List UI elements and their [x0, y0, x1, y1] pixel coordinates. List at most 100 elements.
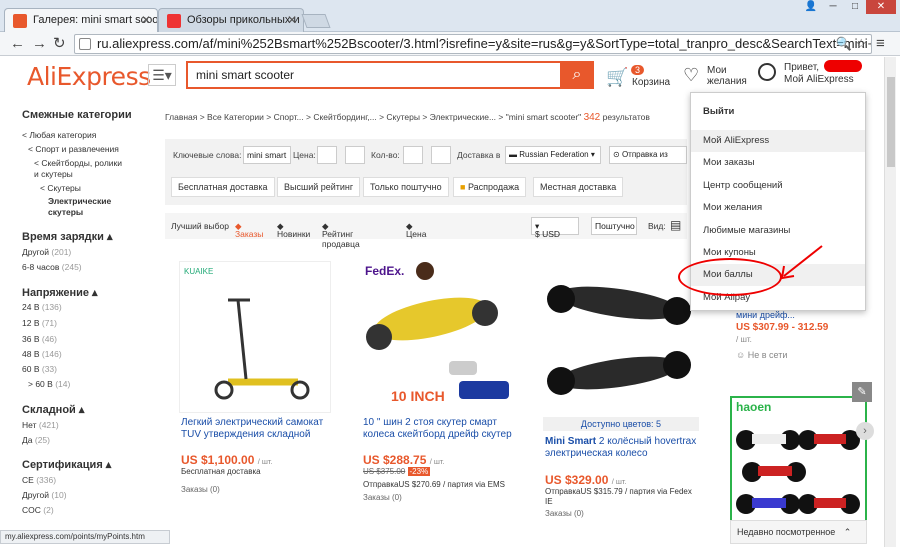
menu-messages[interactable]: Центр сообщений	[691, 175, 865, 197]
cert-other[interactable]: Другой (10)	[22, 490, 67, 500]
cat-sport[interactable]: < Спорт и развлечения	[28, 144, 119, 154]
sale-chip[interactable]: ■ Распродажа	[453, 177, 527, 197]
charge-time-title[interactable]: Время зарядки ▴	[22, 230, 113, 243]
currency-select[interactable]: $ USD ▾	[531, 217, 579, 239]
recently-viewed-bar[interactable]: Недавно посмотренное ⌃	[730, 520, 867, 544]
voltage-title[interactable]: Напряжение ▴	[22, 286, 98, 299]
fold-yes[interactable]: Да (25)	[22, 435, 50, 445]
product-image[interactable]: FedEx. 10 INCH	[361, 261, 513, 413]
volt-60-plus[interactable]: > 60 В (14)	[28, 379, 70, 389]
sort-seller-rating[interactable]: Рейтинг продавца ◆	[322, 221, 360, 249]
zoom-star-icons[interactable]: 🔍 ☆	[836, 35, 867, 53]
forward-icon[interactable]: →	[32, 35, 47, 52]
product-shipping: ОтправкаUS $315.79 / партия via Fedex IE	[545, 487, 692, 506]
product-card[interactable]: KUAIKE Легкий электрический самокат TUV …	[165, 253, 337, 503]
menu-favorite-stores[interactable]: Любимые магазины	[691, 220, 865, 242]
price-max-input[interactable]	[345, 146, 365, 164]
colors-available[interactable]: Доступно цветов: 5	[543, 417, 699, 431]
keywords-input[interactable]: mini smart	[243, 146, 291, 164]
free-shipping-chip[interactable]: Бесплатная доставка	[171, 177, 275, 197]
url-text: ru.aliexpress.com/af/mini%252Bsmart%252B…	[97, 36, 872, 51]
price-label: Цена:	[293, 150, 316, 160]
qty-max-input[interactable]	[431, 146, 451, 164]
qty-min-input[interactable]	[403, 146, 423, 164]
page-icon	[79, 38, 91, 50]
product-title[interactable]: 10 " шин 2 стоя скутер смарт колеса скей…	[363, 417, 519, 441]
back-icon[interactable]: ←	[10, 35, 25, 52]
fold-no[interactable]: Нет (421)	[22, 420, 59, 430]
sort-orders[interactable]: Заказы ◆	[235, 221, 263, 239]
carousel-next-icon[interactable]: ›	[856, 422, 874, 440]
side-product-price: US $307.99 - 312.59	[736, 322, 829, 333]
site-favicon-icon	[167, 14, 181, 28]
close-window-button[interactable]: ✕	[866, 0, 896, 14]
country-select[interactable]: ▬ Russian Federation ▾	[505, 146, 601, 164]
product-image[interactable]: KUAIKE	[179, 261, 331, 413]
ship-from-select[interactable]: ⊙ Отправка из	[609, 146, 687, 164]
single-only-chip[interactable]: Только поштучно	[363, 177, 449, 197]
hoverboard-image: FedEx. 10 INCH	[365, 262, 509, 404]
breadcrumb[interactable]: Главная > Все Категории > Спорт... > Ске…	[165, 112, 650, 123]
product-card[interactable]: Доступно цветов: 5 Mini Smart 2 колёсный…	[529, 253, 701, 518]
my-aliexpress-label: Мой AliExpress	[784, 74, 854, 85]
volt-48[interactable]: 48 В (146)	[22, 349, 62, 359]
menu-orders[interactable]: Мои заказы	[691, 152, 865, 174]
chrome-menu-icon[interactable]: ≡	[876, 35, 885, 52]
menu-wishlist[interactable]: Мои желания	[691, 197, 865, 219]
sort-best[interactable]: Лучший выбор	[171, 221, 229, 231]
volt-60[interactable]: 60 В (33)	[22, 364, 57, 374]
top-rating-chip[interactable]: Высший рейтинг	[277, 177, 361, 197]
certification-title[interactable]: Сертификация ▴	[22, 458, 111, 471]
edit-icon[interactable]: ✎	[852, 382, 872, 402]
pin-icon: ⊙	[613, 150, 620, 159]
cat-skate[interactable]: < Скейтборды, ролики	[34, 158, 122, 168]
close-icon[interactable]: ✕	[287, 13, 297, 27]
price-min-input[interactable]	[317, 146, 337, 164]
categories-menu-button[interactable]: ☰▾	[148, 64, 176, 86]
sort-price[interactable]: Цена ◆	[406, 221, 426, 239]
page-scrollbar[interactable]	[884, 57, 896, 547]
side-product-image[interactable]: haoen	[730, 396, 867, 522]
account-button[interactable]: Привет, Мой AliExpress	[758, 60, 868, 96]
volt-12[interactable]: 12 В (71)	[22, 318, 57, 328]
close-icon[interactable]: ✕	[141, 13, 151, 27]
menu-my-aliexpress[interactable]: Мой AliExpress	[691, 130, 865, 152]
scrollbar-thumb[interactable]	[887, 77, 895, 167]
aliexpress-logo[interactable]: AliExpress	[27, 62, 151, 91]
cert-coc[interactable]: COC (2)	[22, 505, 54, 515]
cert-ce[interactable]: CE (336)	[22, 475, 56, 485]
minimize-button[interactable]: ─	[822, 0, 844, 14]
product-card[interactable]: FedEx. 10 INCH 10 " шин 2 стоя скутер см…	[347, 253, 519, 503]
charge-other[interactable]: Другой (201)	[22, 247, 71, 257]
volt-36[interactable]: 36 В (46)	[22, 334, 57, 344]
new-tab-button[interactable]	[301, 14, 331, 28]
product-image[interactable]	[543, 261, 695, 413]
unit-select[interactable]: Поштучно	[591, 217, 637, 235]
wishlist-button[interactable]: ♡ Мои желания	[683, 65, 753, 95]
local-delivery-chip[interactable]: Местная доставка	[533, 177, 624, 197]
product-shipping: Бесплатная доставка	[181, 467, 261, 476]
search-button[interactable]: ⌕	[560, 61, 594, 89]
maximize-button[interactable]: □	[844, 0, 866, 14]
product-title[interactable]: Легкий электрический самокат TUV утвержд…	[181, 417, 337, 441]
tab-reviews[interactable]: Обзоры прикольных и необ ✕	[158, 8, 304, 32]
user-icon[interactable]: 👤	[800, 0, 822, 14]
list-view-icon[interactable]: ▤	[670, 218, 681, 232]
cat-scooters[interactable]: < Скутеры	[40, 183, 81, 193]
charge-6-8[interactable]: 6-8 часов (245)	[22, 262, 82, 272]
product-orders: Заказы (0)	[181, 485, 220, 494]
sort-new[interactable]: Новинки ◆	[277, 221, 310, 239]
cat-any[interactable]: < Любая категория	[22, 130, 96, 140]
volt-24[interactable]: 24 В (136)	[22, 302, 62, 312]
cat-skate-2[interactable]: и скутеры	[34, 169, 73, 179]
side-product-title[interactable]: мини дрейф...	[736, 310, 795, 320]
product-title[interactable]: Mini Smart 2 колёсный hovertrax электрич…	[545, 436, 701, 460]
user-icon	[758, 63, 776, 81]
cart-button[interactable]: 🛒 3 Корзина	[606, 65, 676, 95]
address-bar[interactable]: ru.aliexpress.com/af/mini%252Bsmart%252B…	[74, 34, 872, 54]
search-input[interactable]: mini smart scooter	[186, 61, 562, 89]
foldable-title[interactable]: Складной ▴	[22, 403, 84, 416]
tab-gallery[interactable]: Галерея: mini smart scooter ✕	[4, 8, 158, 32]
logout-item[interactable]: Выйти	[691, 101, 865, 123]
reload-icon[interactable]: ↻	[53, 35, 66, 52]
